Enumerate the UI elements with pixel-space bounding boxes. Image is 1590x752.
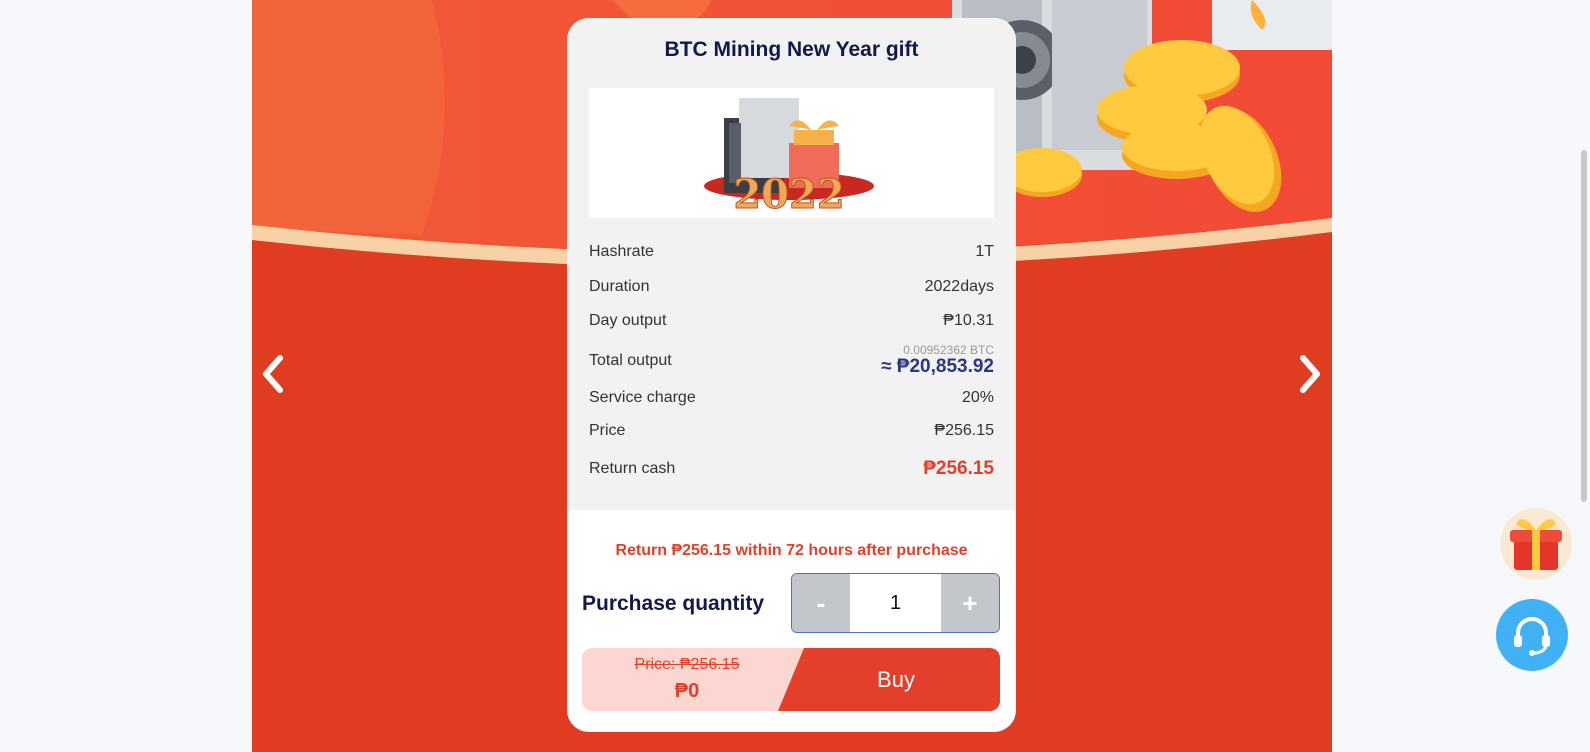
return-note: Return ₱256.15 within 72 hours after pur… [615,542,968,559]
spec-row-price: Price ₱256.15 [589,422,994,440]
customer-support-button[interactable] [1496,599,1568,671]
total-output-btc: 0.00952362 BTC [903,343,994,357]
service-charge-label: Service charge [589,389,696,406]
decrement-button[interactable]: - [792,574,850,632]
duration-value: 2022days [924,278,994,295]
carousel-next-button[interactable] [1292,352,1328,396]
total-output-value: ≈ ₱20,853.92 [881,356,994,377]
quantity-input[interactable]: 1 [850,574,941,632]
buy-bar: Price: ₱256.15 ₱0 Buy [582,648,1000,711]
product-card: BTC Mining New Year gift 2022 Hashrate 1… [567,18,1016,732]
chevron-left-icon [263,355,283,393]
product-title: BTC Mining New Year gift [664,38,919,61]
increment-button[interactable]: + [941,574,999,632]
quantity-stepper: - 1 + [791,573,1000,633]
discounted-price: ₱0 [674,680,700,702]
return-cash-label: Return cash [589,460,676,477]
carousel-prev-button[interactable] [255,352,291,396]
price-value: ₱256.15 [934,422,994,439]
chevron-right-icon [1300,355,1320,393]
spec-row-day-output: Day output ₱10.31 [589,312,994,330]
hashrate-label: Hashrate [589,243,654,260]
gift-widget[interactable] [1500,508,1572,580]
day-output-value: ₱10.31 [943,312,994,329]
year-lettering: 2022 [733,171,844,218]
page: BTC Mining New Year gift 2022 Hashrate 1… [0,0,1590,752]
spec-row-return-cash: Return cash ₱256.15 [589,458,994,480]
total-output-label: Total output [589,352,672,369]
purchase-quantity-label: Purchase quantity [582,592,765,615]
buy-button[interactable]: Buy [792,648,1000,711]
headset-icon [1514,617,1550,656]
total-output-values: 0.00952362 BTC ≈ ₱20,853.92 [881,344,994,378]
gift-icon [1510,519,1562,570]
spec-row-service-charge: Service charge 20% [589,389,994,407]
spec-row-hashrate: Hashrate 1T [589,243,994,261]
page-scrollbar[interactable] [1581,150,1587,502]
day-output-label: Day output [589,312,667,329]
duration-label: Duration [589,278,650,295]
spec-row-total-output: Total output 0.00952362 BTC ≈ ₱20,853.92 [589,344,994,378]
hashrate-value: 1T [975,243,994,260]
spec-row-duration: Duration 2022days [589,278,994,296]
original-price: Price: ₱256.15 [634,656,740,673]
price-label: Price [589,422,626,439]
card-details-section: BTC Mining New Year gift 2022 Hashrate 1… [567,18,1016,510]
service-charge-value: 20% [961,389,994,406]
product-illustration: 2022 [704,98,874,219]
return-cash-value: ₱256.15 [923,458,994,479]
product-image: 2022 [589,88,994,219]
